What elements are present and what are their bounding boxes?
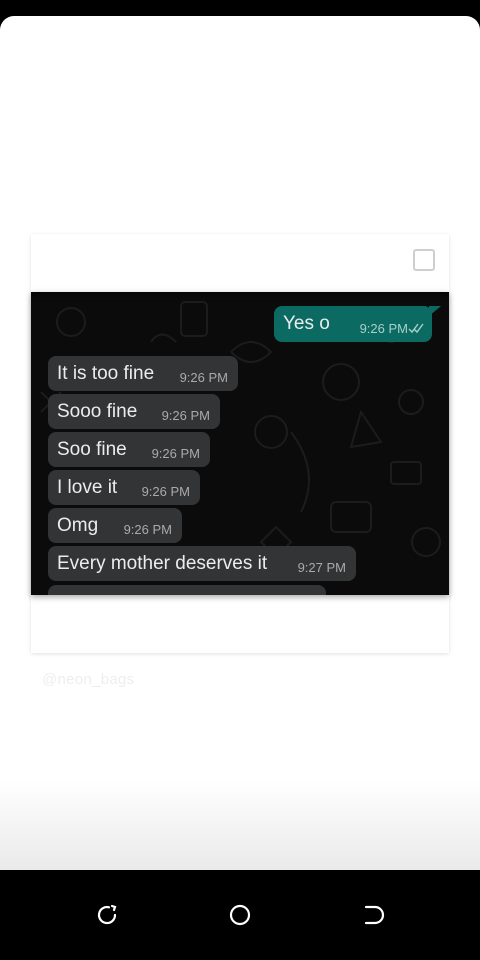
message-bubble-incoming[interactable]: I love it 9:26 PM: [48, 470, 200, 505]
select-checkbox[interactable]: [413, 249, 435, 271]
bubble-tail: [429, 306, 441, 316]
message-bubble-incoming[interactable]: Sooo fine 9:26 PM: [48, 394, 220, 429]
message-time: 9:26 PM: [141, 484, 190, 499]
message-time: 9:27 PM: [297, 560, 346, 575]
message-bubble-incoming[interactable]: Omg 9:26 PM: [48, 508, 182, 543]
message-text: Omg: [57, 515, 99, 536]
shared-image-card: Yes o 9:26 PM It is too fine 9:26 PM Soo…: [31, 234, 449, 653]
message-bubble-incoming-partial: [48, 585, 326, 595]
recent-apps-icon[interactable]: [94, 902, 120, 928]
double-tick-icon: [408, 323, 424, 334]
home-icon[interactable]: [227, 902, 253, 928]
message-text: Every mother deserves it: [57, 553, 268, 574]
chat-top-shadow: [31, 292, 449, 302]
message-bubble-outgoing[interactable]: Yes o 9:26 PM: [274, 306, 441, 342]
message-time: 9:26 PM: [179, 370, 228, 385]
status-bar: [0, 0, 480, 16]
navigation-bar: [0, 870, 480, 960]
message-time: 9:26 PM: [123, 522, 172, 537]
message-time: 9:26 PM: [151, 446, 200, 461]
message-text: Sooo fine: [57, 401, 138, 422]
message-time: 9:26 PM: [161, 408, 210, 423]
watermark: @neon_bags: [42, 671, 135, 688]
image-viewer-sheet: Yes o 9:26 PM It is too fine 9:26 PM Soo…: [0, 16, 480, 870]
message-time: 9:26 PM: [359, 321, 408, 336]
chat-screenshot: Yes o 9:26 PM It is too fine 9:26 PM Soo…: [31, 292, 449, 595]
message-bubble-incoming[interactable]: Soo fine 9:26 PM: [48, 432, 210, 467]
message-text: It is too fine: [57, 363, 155, 384]
message-text: Soo fine: [57, 439, 127, 460]
message-bubble-incoming[interactable]: It is too fine 9:26 PM: [48, 356, 238, 391]
message-bubble-incoming[interactable]: Every mother deserves it 9:27 PM: [48, 546, 356, 581]
sheet-bottom-fade: [0, 780, 480, 870]
message-text: Yes o: [283, 313, 330, 334]
back-icon[interactable]: [361, 902, 387, 928]
message-text: I love it: [57, 477, 118, 498]
